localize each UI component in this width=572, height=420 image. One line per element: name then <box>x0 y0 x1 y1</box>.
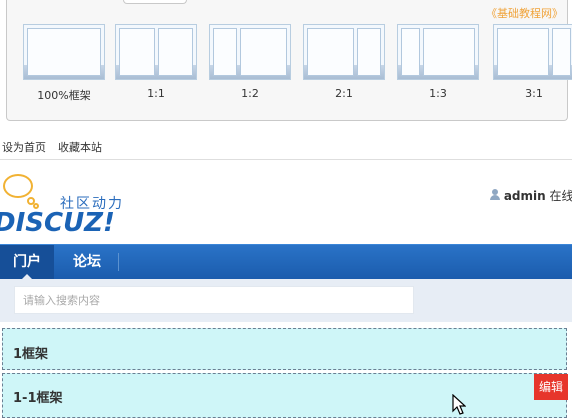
logo-bubble-icon <box>3 174 33 198</box>
layout-label: 1:2 <box>241 87 259 100</box>
layout-thumb-icon <box>397 24 479 80</box>
top-bar: 设为首页 收藏本站 <box>0 135 572 160</box>
layout-label: 2:1 <box>335 87 353 100</box>
layout-option-1-1[interactable]: 1:1 <box>113 24 199 100</box>
frame-block[interactable]: 1框架 <box>2 328 567 370</box>
nav-divider <box>118 253 119 271</box>
layout-label: 3:1 <box>525 87 543 100</box>
layout-option-1-2[interactable]: 1:2 <box>207 24 293 100</box>
layout-label: 1:3 <box>429 87 447 100</box>
layout-option-100[interactable]: 100%框架 <box>21 24 107 103</box>
search-input[interactable] <box>14 286 414 314</box>
layout-thumb-icon <box>115 24 197 80</box>
layout-option-1-3[interactable]: 1:3 <box>395 24 481 100</box>
logo-wordmark: DISCUZ! <box>0 208 115 238</box>
frame-block[interactable]: 1-1框架 <box>2 373 567 418</box>
set-home-link[interactable]: 设为首页 <box>2 139 46 155</box>
site-credit: 《基础教程网》 <box>486 7 563 20</box>
nav-tab-portal[interactable]: 门户 <box>0 245 54 279</box>
user-icon <box>490 189 500 201</box>
bookmark-link[interactable]: 收藏本站 <box>58 139 102 155</box>
layout-label: 1:1 <box>147 87 165 100</box>
user-info: admin 在线 <box>490 187 572 204</box>
username-link[interactable]: admin <box>504 189 546 203</box>
main-nav: 门户 论坛 <box>0 244 572 279</box>
layout-option-3-1[interactable]: 3:1 <box>491 24 572 100</box>
layout-option-2-1[interactable]: 2:1 <box>301 24 387 100</box>
mouse-cursor-icon <box>452 394 466 415</box>
layout-label: 100%框架 <box>37 89 91 102</box>
search-bar <box>0 279 572 322</box>
layout-picker-panel: 《基础教程网》 100%框架 1:1 1:2 2:1 1:3 3:1 <box>6 0 572 121</box>
online-status: 在线 <box>549 189 572 203</box>
edit-button[interactable]: 编辑 <box>534 374 568 400</box>
layout-thumb-icon <box>209 24 291 80</box>
nav-tab-forum[interactable]: 论坛 <box>60 245 114 279</box>
site-header: 社区动力 DISCUZ! admin 在线 <box>0 160 572 244</box>
frame-title: 1框架 <box>13 347 49 362</box>
layout-thumb-icon <box>303 24 385 80</box>
frame-title: 1-1框架 <box>13 391 63 406</box>
layout-thumb-icon <box>493 24 572 80</box>
layout-thumb-icon <box>23 24 105 80</box>
picker-tab[interactable] <box>123 0 187 4</box>
